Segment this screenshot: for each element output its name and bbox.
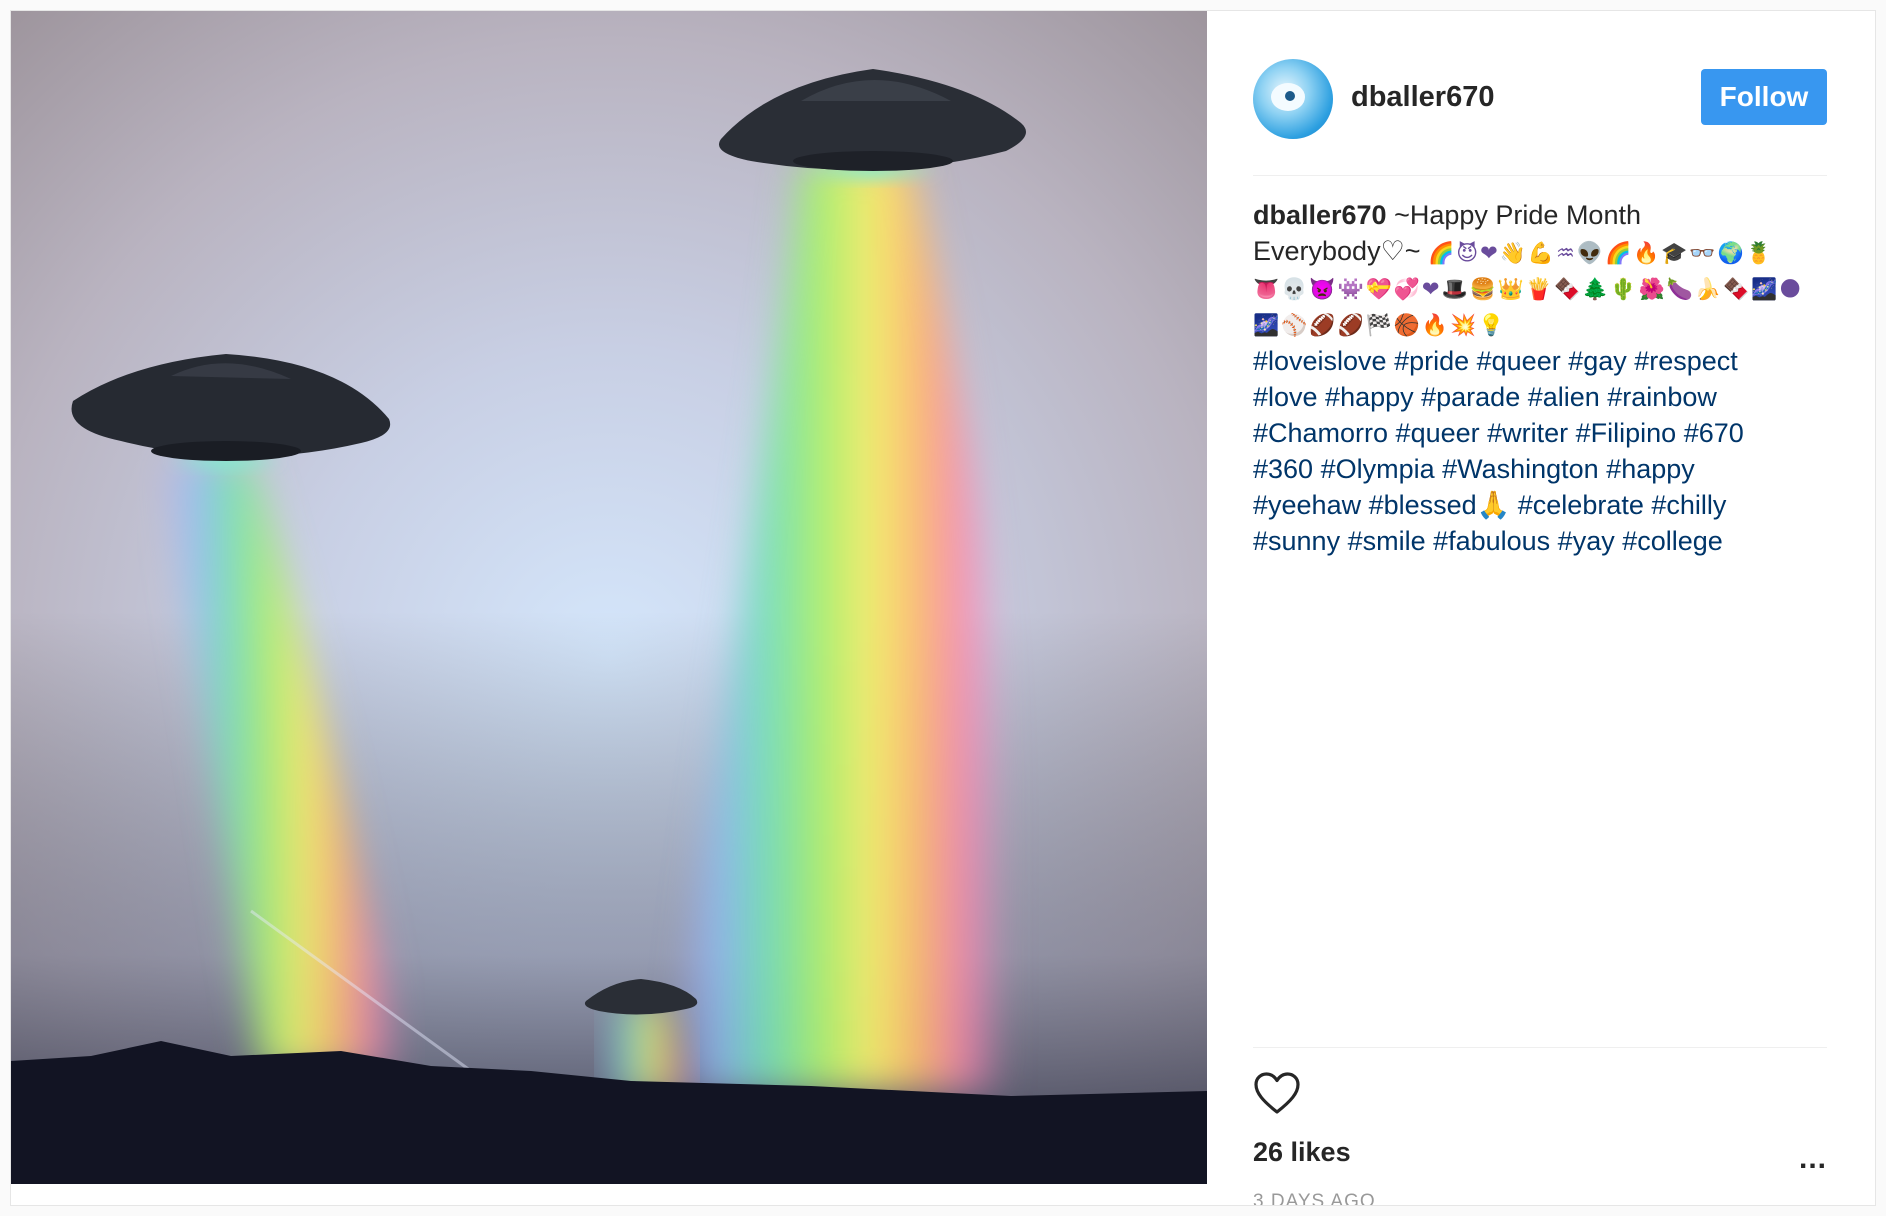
header-divider — [1253, 175, 1827, 176]
hashtag-line[interactable]: #sunny #smile #fabulous #yay #college — [1253, 523, 1829, 559]
caption-line-1: dballer670 ~Happy Pride Month — [1253, 197, 1829, 233]
follow-button[interactable]: Follow — [1701, 69, 1827, 125]
heart-outline-icon[interactable] — [1253, 1071, 1301, 1115]
post-card: dballer670 Follow dballer670 ~Happy Prid… — [10, 10, 1876, 1206]
hashtag-line[interactable]: #Chamorro #queer #writer #Filipino #670 — [1253, 415, 1829, 451]
post-photo[interactable] — [11, 11, 1207, 1184]
hashtag-line[interactable]: #loveislove #pride #queer #gay #respect — [1253, 343, 1829, 379]
avatar-detail — [1285, 91, 1295, 101]
caption-username-link[interactable]: dballer670 — [1253, 200, 1387, 230]
hashtag-list: #loveislove #pride #queer #gay #respect … — [1253, 343, 1829, 559]
post-caption: dballer670 ~Happy Pride Month Everybody♡… — [1253, 197, 1829, 559]
caption-emoji-2: 👅💀👿👾💝💞❤🎩🍔👑🍟🍫🌲🌵🌺🍆🍌🍫🌌🌑 — [1253, 277, 1804, 301]
likes-count[interactable]: 26 likes — [1253, 1137, 1351, 1168]
post-timestamp[interactable]: 3 DAYS AGO — [1253, 1191, 1376, 1205]
hashtag-line[interactable]: #love #happy #parade #alien #rainbow — [1253, 379, 1829, 415]
hashtag-line[interactable]: #yeehaw #blessed🙏 #celebrate #chilly — [1253, 487, 1829, 523]
avatar[interactable] — [1253, 59, 1333, 139]
hashtag-line[interactable]: #360 #Olympia #Washington #happy — [1253, 451, 1829, 487]
caption-line-2: Everybody♡~ 🌈😈❤👋💪♒👽🌈🔥🎓👓🌍🍍 — [1253, 233, 1829, 271]
caption-text-1: ~Happy Pride Month — [1394, 200, 1641, 230]
actions-divider — [1253, 1047, 1827, 1048]
post-side-panel: dballer670 Follow dballer670 ~Happy Prid… — [1207, 11, 1875, 1205]
caption-text-2: Everybody♡~ — [1253, 236, 1421, 266]
post-header: dballer670 Follow — [1253, 49, 1827, 139]
caption-emoji-1: 🌈😈❤👋💪♒👽🌈🔥🎓👓🌍🍍 — [1428, 241, 1774, 265]
caption-emoji-3: 🌌⚾🏈🏈🏁🏀🔥💥💡 — [1253, 313, 1507, 337]
username-link[interactable]: dballer670 — [1351, 81, 1494, 114]
ufo-rainbow-image — [11, 11, 1207, 1184]
more-options-icon[interactable]: ... — [1799, 1144, 1827, 1174]
